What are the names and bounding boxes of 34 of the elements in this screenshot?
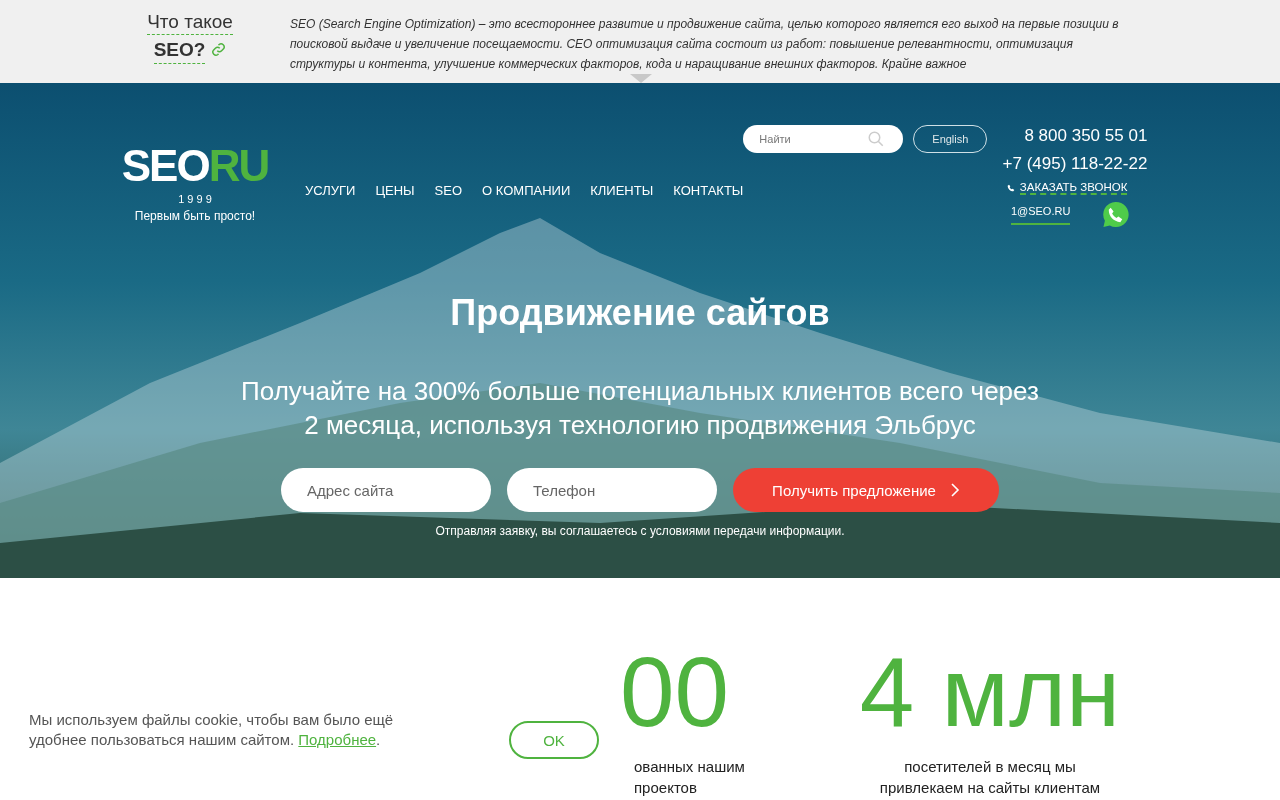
- phone-input[interactable]: Телефон: [507, 468, 717, 512]
- chevron-right-icon: [949, 483, 960, 497]
- site-input[interactable]: Адрес сайта: [281, 468, 491, 512]
- nav-link[interactable]: SEO: [434, 183, 463, 228]
- hero-subtitle: Получайте на 300% больше потенциальных клиентов всего через 2 месяца, используя технологию продвижения Эльбрус: [241, 375, 1039, 442]
- search-input[interactable]: Найти: [757, 132, 868, 146]
- logo[interactable]: SEORU: [121, 143, 269, 189]
- search-icon: [867, 130, 886, 148]
- logo-year: 1 9 9 9: [178, 193, 212, 205]
- phone-icon: [1006, 184, 1015, 192]
- seo-description: SEO (Search Engine Optimization) – это всестороннее развитие и продвижение сайта, целью которого является его выход на первые позиции в поисковой выдаче и увеличение посещаемости. СЕО оптимизация сайта состоит из работ: повышение релевантности, оптимизация структуры и контента, улучшение коммерческих факторов, кода и наращивание внешних факторов. Крайне важное: [290, 16, 1120, 73]
- stat-number: 00: [620, 642, 729, 742]
- stat-description: ованных нашим проектов: [634, 757, 745, 798]
- nav-link[interactable]: О КОМПАНИИ: [482, 183, 571, 228]
- nav-link[interactable]: УСЛУГИ: [305, 183, 356, 228]
- phone-number[interactable]: +7 (495) 118-22-22: [1002, 153, 1148, 175]
- cookie-text: Мы используем файлы cookie, чтобы вам было ещё удобнее пользоваться нашим сайтом. Подробнее.: [29, 710, 395, 750]
- stat-description: посетителей в месяц мы привлекаем на сайты клиентам: [879, 757, 1101, 798]
- nav-link[interactable]: КОНТАКТЫ: [673, 183, 744, 228]
- info-title[interactable]: SEO?: [153, 37, 206, 64]
- hero-title: Продвижение сайтов: [450, 292, 830, 334]
- callback-link[interactable]: ЗАКАЗАТЬ ЗВОНОК: [1019, 181, 1128, 195]
- nav-link[interactable]: ЦЕНЫ: [375, 183, 415, 228]
- stat-number: 4 млн: [859, 642, 1121, 742]
- submit-button[interactable]: Получить предложение: [733, 468, 999, 512]
- slogan: Первым быть просто!: [134, 209, 256, 223]
- email-link[interactable]: 1@SEO.RU: [1010, 204, 1071, 225]
- link-icon: [211, 42, 227, 57]
- info-title[interactable]: Что такое: [147, 10, 233, 35]
- consent-note: Отправляя заявку, вы соглашаетесь с условиями передачи информации.: [435, 524, 845, 538]
- search-field[interactable]: Найти: [743, 125, 904, 153]
- nav-link[interactable]: КЛИЕНТЫ: [590, 183, 654, 228]
- phone-number[interactable]: 8 800 350 55 01: [1024, 125, 1148, 147]
- chat-phone-icon[interactable]: [1102, 201, 1130, 228]
